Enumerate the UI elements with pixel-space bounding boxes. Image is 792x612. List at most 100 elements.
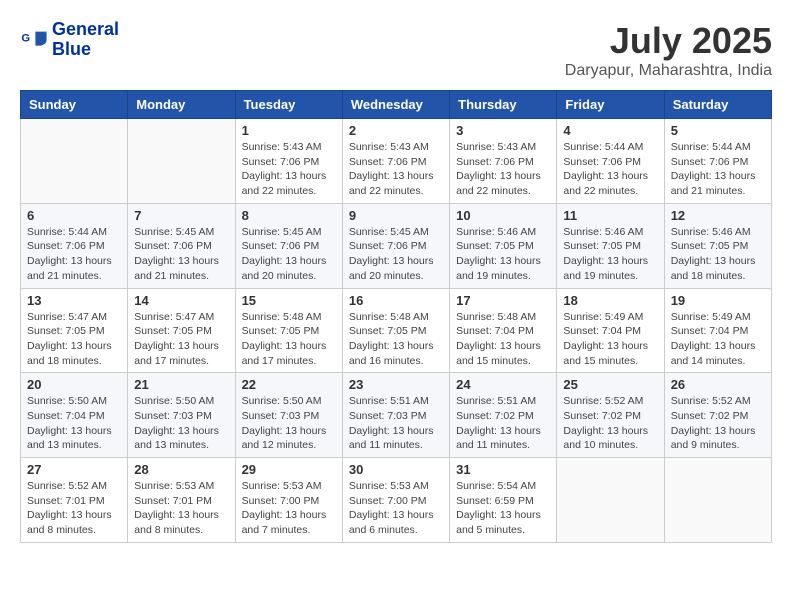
table-row: 26Sunrise: 5:52 AM Sunset: 7:02 PM Dayli…	[664, 373, 771, 458]
table-row: 16 Sunrise: 5:48 AM Sunset: 7:05 PM Dayli…	[342, 288, 449, 373]
day-number: 2	[349, 123, 443, 138]
table-row: 19 Sunrise: 5:49 AM Sunset: 7:04 PM Dayli…	[664, 288, 771, 373]
day-info: Sunrise: 5:44 AM Sunset: 7:06 PM Dayligh…	[27, 225, 121, 284]
day-number: 3	[456, 123, 550, 138]
day-info: Sunrise: 5:47 AM Sunset: 7:05 PM Dayligh…	[134, 310, 228, 369]
day-info: Sunrise: 5:51 AM Sunset: 7:03 PM Dayligh…	[349, 394, 443, 453]
table-row	[21, 119, 128, 204]
day-number: 1	[242, 123, 336, 138]
location-subtitle: Daryapur, Maharashtra, India	[565, 62, 772, 80]
calendar-week-row: 6 Sunrise: 5:44 AM Sunset: 7:06 PM Daylig…	[21, 203, 772, 288]
day-info: Sunrise: 5:44 AM Sunset: 7:06 PM Dayligh…	[563, 140, 657, 199]
table-row: 15Sunrise: 5:48 AM Sunset: 7:05 PM Dayli…	[235, 288, 342, 373]
calendar-table: Sunday Monday Tuesday Wednesday Thursday…	[20, 90, 772, 543]
table-row: 18 Sunrise: 5:49 AM Sunset: 7:04 PM Dayli…	[557, 288, 664, 373]
day-number: 10	[456, 208, 550, 223]
day-number: 13	[27, 293, 121, 308]
day-info: Sunrise: 5:46 AM Sunset: 7:05 PM Dayligh…	[671, 225, 765, 284]
day-info: Sunrise: 5:43 AM Sunset: 7:06 PM Dayligh…	[349, 140, 443, 199]
header-tuesday: Tuesday	[235, 91, 342, 119]
table-row: 13 Sunrise: 5:47 AM Sunset: 7:05 PM Dayli…	[21, 288, 128, 373]
logo-line1: General	[52, 20, 119, 40]
day-number: 18	[563, 293, 657, 308]
day-info: Sunrise: 5:48 AM Sunset: 7:05 PM Dayligh…	[349, 310, 443, 369]
day-number: 27	[27, 462, 121, 477]
day-info: Sunrise: 5:43 AM Sunset: 7:06 PM Dayligh…	[456, 140, 550, 199]
day-number: 25	[563, 377, 657, 392]
day-info: Sunrise: 5:53 AM Sunset: 7:01 PM Dayligh…	[134, 479, 228, 538]
day-number: 19	[671, 293, 765, 308]
day-number: 5	[671, 123, 765, 138]
day-info: Sunrise: 5:45 AM Sunset: 7:06 PM Dayligh…	[134, 225, 228, 284]
month-year-title: July 2025	[565, 20, 772, 62]
day-number: 16	[349, 293, 443, 308]
day-info: Sunrise: 5:45 AM Sunset: 7:06 PM Dayligh…	[349, 225, 443, 284]
day-info: Sunrise: 5:53 AM Sunset: 7:00 PM Dayligh…	[349, 479, 443, 538]
table-row: 31Sunrise: 5:54 AM Sunset: 6:59 PM Dayli…	[450, 458, 557, 543]
table-row: 30 Sunrise: 5:53 AM Sunset: 7:00 PM Dayli…	[342, 458, 449, 543]
calendar-week-row: 1 Sunrise: 5:43 AM Sunset: 7:06 PM Daylig…	[21, 119, 772, 204]
day-number: 22	[242, 377, 336, 392]
day-info: Sunrise: 5:49 AM Sunset: 7:04 PM Dayligh…	[563, 310, 657, 369]
day-number: 14	[134, 293, 228, 308]
table-row	[557, 458, 664, 543]
table-row: 7 Sunrise: 5:45 AM Sunset: 7:06 PM Daylig…	[128, 203, 235, 288]
calendar-week-row: 13 Sunrise: 5:47 AM Sunset: 7:05 PM Dayli…	[21, 288, 772, 373]
day-number: 8	[242, 208, 336, 223]
table-row: 25Sunrise: 5:52 AM Sunset: 7:02 PM Dayli…	[557, 373, 664, 458]
title-section: July 2025 Daryapur, Maharashtra, India	[565, 20, 772, 80]
day-info: Sunrise: 5:52 AM Sunset: 7:01 PM Dayligh…	[27, 479, 121, 538]
day-info: Sunrise: 5:50 AM Sunset: 7:03 PM Dayligh…	[242, 394, 336, 453]
day-number: 7	[134, 208, 228, 223]
day-number: 12	[671, 208, 765, 223]
calendar-week-row: 27 Sunrise: 5:52 AM Sunset: 7:01 PM Dayli…	[21, 458, 772, 543]
day-number: 30	[349, 462, 443, 477]
table-row: 4Sunrise: 5:44 AM Sunset: 7:06 PM Daylig…	[557, 119, 664, 204]
day-number: 17	[456, 293, 550, 308]
header-wednesday: Wednesday	[342, 91, 449, 119]
table-row: 14 Sunrise: 5:47 AM Sunset: 7:05 PM Dayli…	[128, 288, 235, 373]
table-row: 11Sunrise: 5:46 AM Sunset: 7:05 PM Dayli…	[557, 203, 664, 288]
day-number: 9	[349, 208, 443, 223]
logo-line2: Blue	[52, 40, 119, 60]
table-row: 28 Sunrise: 5:53 AM Sunset: 7:01 PM Dayli…	[128, 458, 235, 543]
table-row: 17 Sunrise: 5:48 AM Sunset: 7:04 PM Dayli…	[450, 288, 557, 373]
table-row: 21Sunrise: 5:50 AM Sunset: 7:03 PM Dayli…	[128, 373, 235, 458]
day-number: 23	[349, 377, 443, 392]
table-row: 22 Sunrise: 5:50 AM Sunset: 7:03 PM Dayli…	[235, 373, 342, 458]
table-row: 12 Sunrise: 5:46 AM Sunset: 7:05 PM Dayli…	[664, 203, 771, 288]
day-info: Sunrise: 5:46 AM Sunset: 7:05 PM Dayligh…	[456, 225, 550, 284]
day-number: 24	[456, 377, 550, 392]
table-row: 10 Sunrise: 5:46 AM Sunset: 7:05 PM Dayli…	[450, 203, 557, 288]
table-row: 3 Sunrise: 5:43 AM Sunset: 7:06 PM Daylig…	[450, 119, 557, 204]
calendar-week-row: 20Sunrise: 5:50 AM Sunset: 7:04 PM Dayli…	[21, 373, 772, 458]
header-monday: Monday	[128, 91, 235, 119]
day-info: Sunrise: 5:46 AM Sunset: 7:05 PM Dayligh…	[563, 225, 657, 284]
day-number: 15	[242, 293, 336, 308]
table-row: 8Sunrise: 5:45 AM Sunset: 7:06 PM Daylig…	[235, 203, 342, 288]
day-number: 26	[671, 377, 765, 392]
day-number: 6	[27, 208, 121, 223]
table-row: 1Sunrise: 5:43 AM Sunset: 7:06 PM Daylig…	[235, 119, 342, 204]
day-info: Sunrise: 5:48 AM Sunset: 7:04 PM Dayligh…	[456, 310, 550, 369]
table-row: 9 Sunrise: 5:45 AM Sunset: 7:06 PM Daylig…	[342, 203, 449, 288]
table-row: 29Sunrise: 5:53 AM Sunset: 7:00 PM Dayli…	[235, 458, 342, 543]
logo: G General Blue	[20, 20, 119, 60]
day-number: 31	[456, 462, 550, 477]
header-saturday: Saturday	[664, 91, 771, 119]
logo-icon: G	[20, 26, 48, 54]
table-row	[664, 458, 771, 543]
day-info: Sunrise: 5:47 AM Sunset: 7:05 PM Dayligh…	[27, 310, 121, 369]
header-friday: Friday	[557, 91, 664, 119]
day-info: Sunrise: 5:49 AM Sunset: 7:04 PM Dayligh…	[671, 310, 765, 369]
table-row: 5Sunrise: 5:44 AM Sunset: 7:06 PM Daylig…	[664, 119, 771, 204]
table-row: 24Sunrise: 5:51 AM Sunset: 7:02 PM Dayli…	[450, 373, 557, 458]
day-number: 20	[27, 377, 121, 392]
table-row: 2 Sunrise: 5:43 AM Sunset: 7:06 PM Daylig…	[342, 119, 449, 204]
day-info: Sunrise: 5:53 AM Sunset: 7:00 PM Dayligh…	[242, 479, 336, 538]
header-sunday: Sunday	[21, 91, 128, 119]
day-number: 28	[134, 462, 228, 477]
page-header: G General Blue July 2025 Daryapur, Mahar…	[20, 20, 772, 80]
svg-text:G: G	[21, 32, 30, 44]
calendar-header-row: Sunday Monday Tuesday Wednesday Thursday…	[21, 91, 772, 119]
